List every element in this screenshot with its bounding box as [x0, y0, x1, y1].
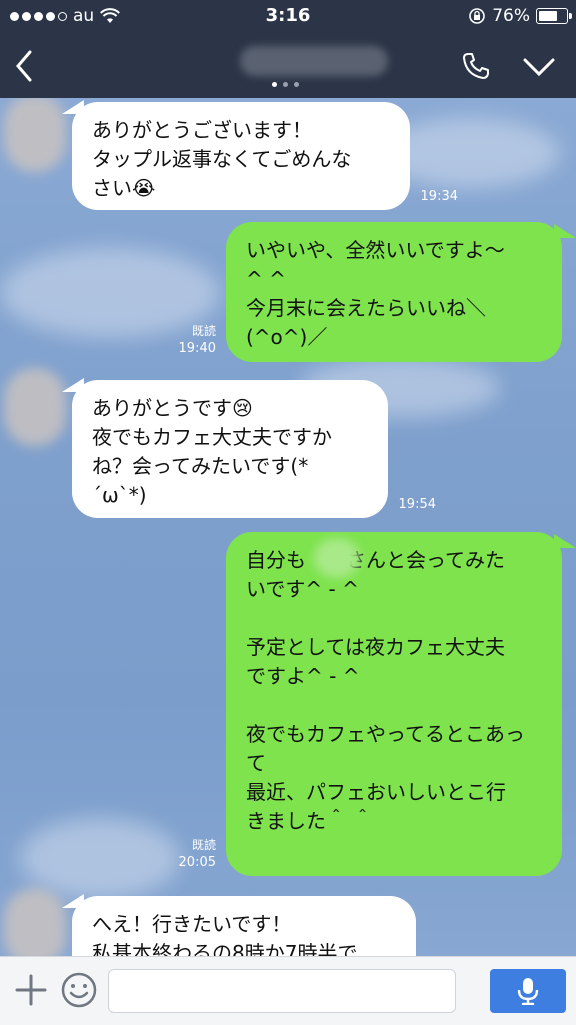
message-time: 19:54 [398, 497, 436, 512]
chat-header [0, 34, 576, 98]
orientation-lock-icon [469, 8, 486, 24]
back-chevron-icon[interactable] [10, 46, 38, 86]
message-input[interactable] [108, 969, 456, 1013]
incoming-message[interactable]: ありがとうございます！ タップル返事なくてごめんな さい😭 [72, 102, 410, 210]
outgoing-message[interactable]: いやいや、全然いいですよ〜 ^ ^ 今月末に会えたらいいね＼ (^o^)／ [226, 222, 562, 362]
incoming-message[interactable]: ありがとうです😢 夜でもカフェ大丈夫ですか ね？会ってみたいです(* ´ω`*) [72, 380, 388, 518]
avatar[interactable] [4, 98, 66, 172]
phone-icon[interactable] [460, 50, 492, 82]
avatar[interactable] [4, 888, 66, 956]
battery-percent: 76% [492, 6, 530, 26]
message-input-bar [0, 956, 576, 1025]
message-list[interactable]: ありがとうございます！ タップル返事なくてごめんな さい😭 19:34 既読 19… [0, 98, 576, 956]
outgoing-message[interactable]: 自分も さんと会ってみた いです^ - ^ 予定としては夜カフェ大丈夫 ですよ^… [226, 532, 562, 876]
read-receipt: 既読 19:40 [178, 324, 216, 356]
page-indicator [272, 82, 299, 87]
avatar[interactable] [4, 368, 66, 446]
smiley-icon[interactable] [60, 971, 98, 1009]
voice-button[interactable] [490, 969, 566, 1013]
read-receipt: 既読 20:05 [178, 838, 216, 870]
contact-name [240, 46, 388, 76]
message-time: 19:34 [420, 189, 458, 204]
plus-icon[interactable] [14, 973, 48, 1007]
status-bar: au 3:16 76% [0, 0, 576, 34]
microphone-icon [517, 978, 539, 1005]
chevron-down-icon[interactable] [522, 56, 556, 78]
battery-icon [536, 8, 572, 24]
incoming-message[interactable]: へえ！行きたいです！ 私基本終わるの8時か7時半で [72, 896, 416, 956]
